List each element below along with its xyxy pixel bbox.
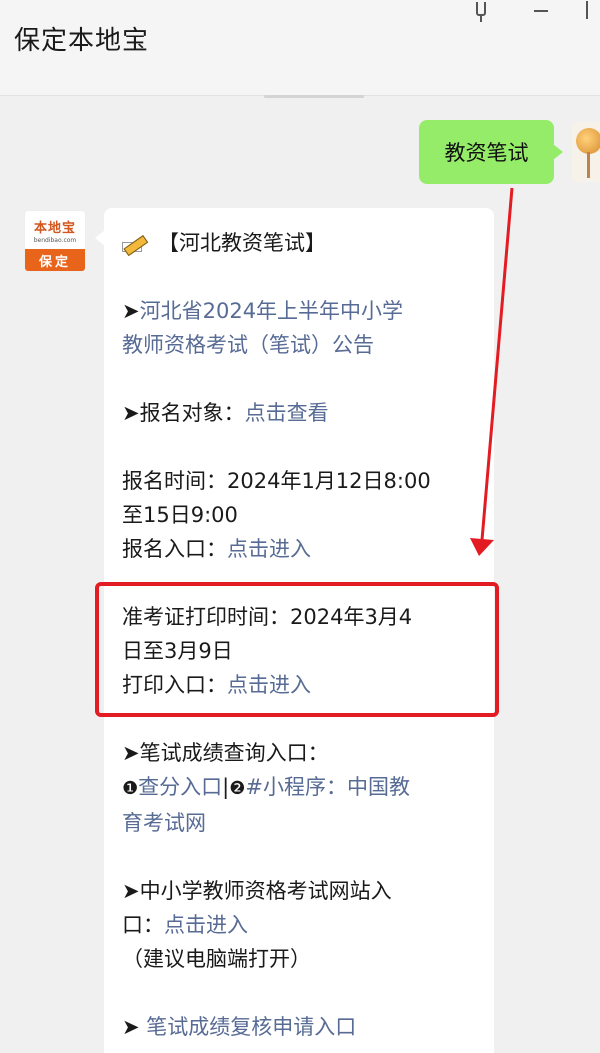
announcement-link[interactable]: 河北省2024年上半年中小学 xyxy=(140,299,403,323)
site-note: （建议电脑端打开） xyxy=(122,947,311,971)
pin-button[interactable] xyxy=(466,0,496,22)
reg-entry-link[interactable]: 点击进入 xyxy=(227,537,311,561)
score-title: ➤笔试成绩查询入口： xyxy=(122,741,329,765)
review-line: ➤ 笔试成绩复核申请入口 xyxy=(122,1015,357,1039)
number-one-icon: ❶ xyxy=(122,778,139,799)
user-avatar[interactable] xyxy=(572,122,600,182)
chat-title: 保定本地宝 xyxy=(14,26,150,56)
message-header: 【河北教资笔试】 xyxy=(122,226,494,260)
outgoing-message-bubble[interactable]: 教资笔试 xyxy=(419,120,563,184)
reg-entry-line: 报名入口：点击进入 xyxy=(122,537,311,561)
scrollbar-thumb[interactable] xyxy=(264,95,364,98)
view-target-link[interactable]: 点击查看 xyxy=(245,401,329,425)
close-icon xyxy=(586,1,588,19)
avatar-logo-band: 保定 xyxy=(25,249,85,271)
score-links-line: ❶查分入口|❷#小程序：中国教 xyxy=(122,775,410,799)
site-entry-line: 口：点击进入 xyxy=(122,913,248,937)
number-two-icon: ❷ xyxy=(229,778,246,799)
reg-time-line: 报名时间：2024年1月12日8:00 xyxy=(122,469,431,493)
title-bar: 保定本地宝 xyxy=(0,0,600,98)
mini-program-link[interactable]: #小程序：中国教 xyxy=(245,775,410,799)
writing-hand-icon xyxy=(122,230,152,257)
minimize-button[interactable] xyxy=(526,0,556,20)
arrow-icon: ➤ xyxy=(122,299,140,323)
announcement-line: ➤河北省2024年上半年中小学 xyxy=(122,294,494,328)
review-link[interactable]: 笔试成绩复核申请入口 xyxy=(146,1015,356,1039)
pin-icon xyxy=(476,2,486,22)
avatar-logo-text: 本地宝 xyxy=(33,221,76,236)
site-line: ➤中小学教师资格考试网站入 xyxy=(122,879,392,903)
highlight-box xyxy=(95,582,499,717)
mini-program-link-cont[interactable]: 育考试网 xyxy=(122,811,206,835)
minimize-icon xyxy=(534,10,548,12)
site-entry-link[interactable]: 点击进入 xyxy=(164,913,248,937)
bot-avatar[interactable]: 本地宝 bendibao.com 保定 xyxy=(24,210,86,272)
score-query-link[interactable]: 查分入口 xyxy=(138,775,222,799)
reg-time-line-cont: 至15日9:00 xyxy=(122,503,238,527)
target-line: ➤报名对象：点击查看 xyxy=(122,401,329,425)
lollipop-icon xyxy=(576,128,600,154)
avatar-logo-sub: bendibao.com xyxy=(33,237,77,244)
close-button[interactable] xyxy=(572,0,600,20)
announcement-link-cont[interactable]: 教师资格考试（笔试）公告 xyxy=(122,333,374,357)
